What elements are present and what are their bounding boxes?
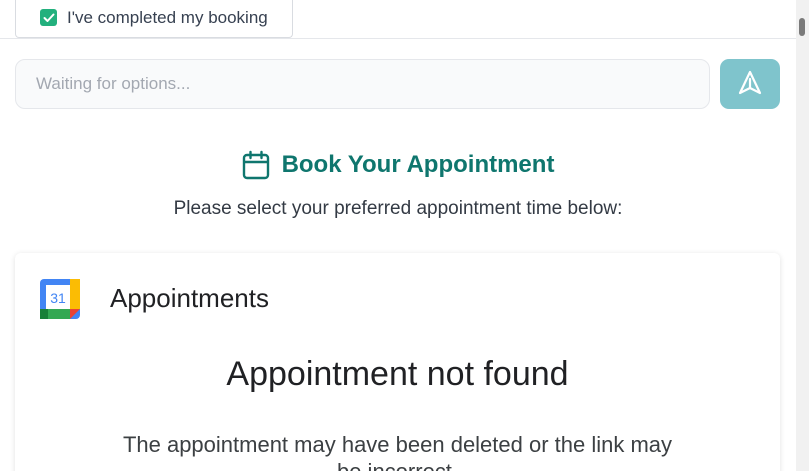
calendar-logo-day: 31: [50, 290, 66, 306]
scrollbar[interactable]: [796, 0, 809, 471]
page: I've completed my booking Book Your Appo…: [0, 0, 809, 471]
booking-complete-label: I've completed my booking: [67, 7, 268, 27]
card-title: Appointments: [110, 283, 269, 313]
not-found-title: Appointment not found: [226, 355, 569, 393]
google-calendar-logo-icon: 31: [40, 279, 80, 324]
not-found-description: The appointment may have been deleted or…: [122, 432, 673, 471]
booking-title: Book Your Appointment: [281, 151, 555, 178]
booking-subtitle: Please select your preferred appointment…: [173, 198, 623, 219]
top-bar: I've completed my booking: [0, 0, 796, 39]
message-input[interactable]: [15, 59, 710, 109]
scrollbar-thumb[interactable]: [799, 18, 805, 36]
checkbox-checked-icon[interactable]: [40, 9, 57, 26]
booking-complete-checkbox[interactable]: I've completed my booking: [15, 0, 293, 38]
send-button[interactable]: [720, 59, 780, 109]
send-icon: [736, 69, 764, 100]
calendar-icon: [242, 150, 270, 180]
booking-header: Book Your Appointment: [0, 150, 796, 180]
appointments-card: 31 Appointments Appointment not found Th…: [15, 253, 780, 471]
